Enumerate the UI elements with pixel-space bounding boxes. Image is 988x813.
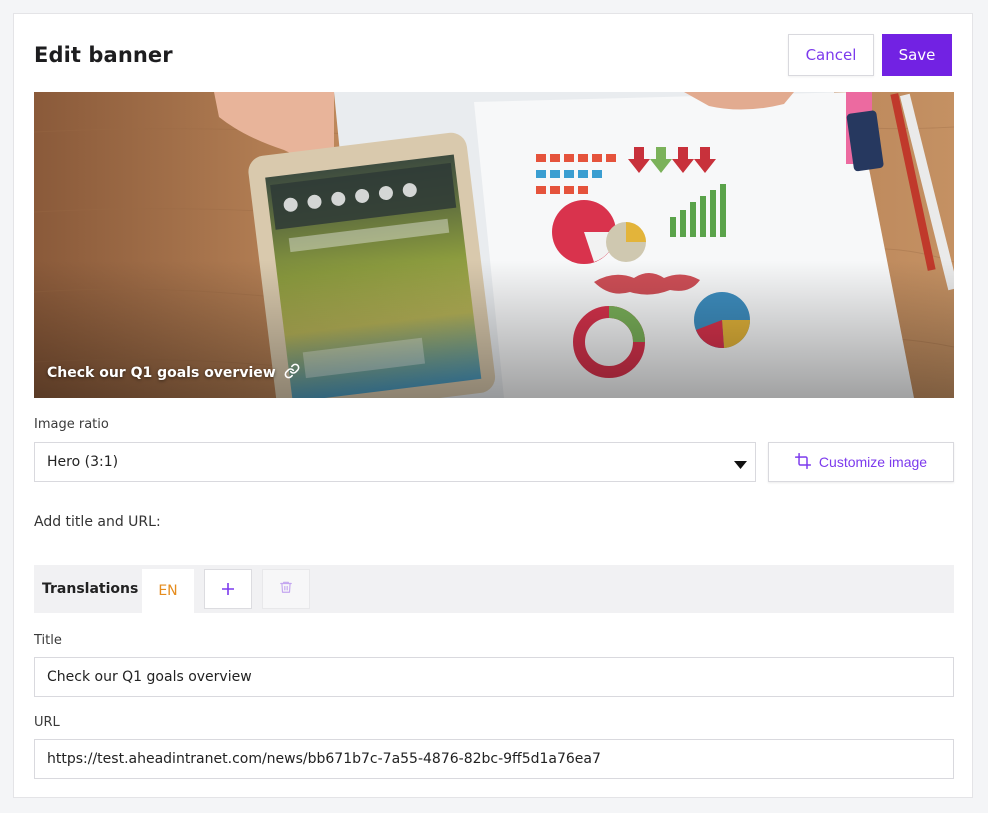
header: Edit banner Cancel Save <box>34 34 952 76</box>
url-input[interactable] <box>34 739 954 779</box>
tab-en[interactable]: EN <box>142 569 194 613</box>
customize-image-button[interactable]: Customize image <box>768 442 954 482</box>
cancel-button[interactable]: Cancel <box>788 34 874 76</box>
banner-image-preview: Check our Q1 goals overview <box>34 92 954 398</box>
link-icon[interactable] <box>284 363 300 383</box>
banner-caption: Check our Q1 goals overview <box>47 363 300 383</box>
image-ratio-label: Image ratio <box>34 417 109 432</box>
url-label: URL <box>34 715 60 730</box>
plus-icon <box>222 580 234 599</box>
image-ratio-selected-value: Hero (3:1) <box>47 454 119 470</box>
trash-icon <box>279 579 293 599</box>
customize-image-label: Customize image <box>818 454 928 470</box>
translations-bar: Translations EN <box>34 565 954 613</box>
header-actions: Cancel Save <box>788 34 952 76</box>
save-button[interactable]: Save <box>882 34 952 76</box>
edit-banner-card: Edit banner Cancel Save Check our Q1 goa… <box>13 13 973 798</box>
crop-icon <box>794 452 811 472</box>
title-input[interactable] <box>34 657 954 697</box>
banner-illustration <box>34 92 954 398</box>
title-label: Title <box>34 633 62 648</box>
caret-down-icon <box>734 457 747 473</box>
add-translation-button[interactable] <box>204 569 252 609</box>
image-ratio-select[interactable]: Hero (3:1) <box>34 442 756 482</box>
page-title: Edit banner <box>34 43 173 67</box>
banner-caption-text: Check our Q1 goals overview <box>47 365 276 381</box>
delete-translation-button[interactable] <box>262 569 310 609</box>
translations-label: Translations <box>42 581 139 597</box>
add-title-url-heading: Add title and URL: <box>34 514 161 530</box>
